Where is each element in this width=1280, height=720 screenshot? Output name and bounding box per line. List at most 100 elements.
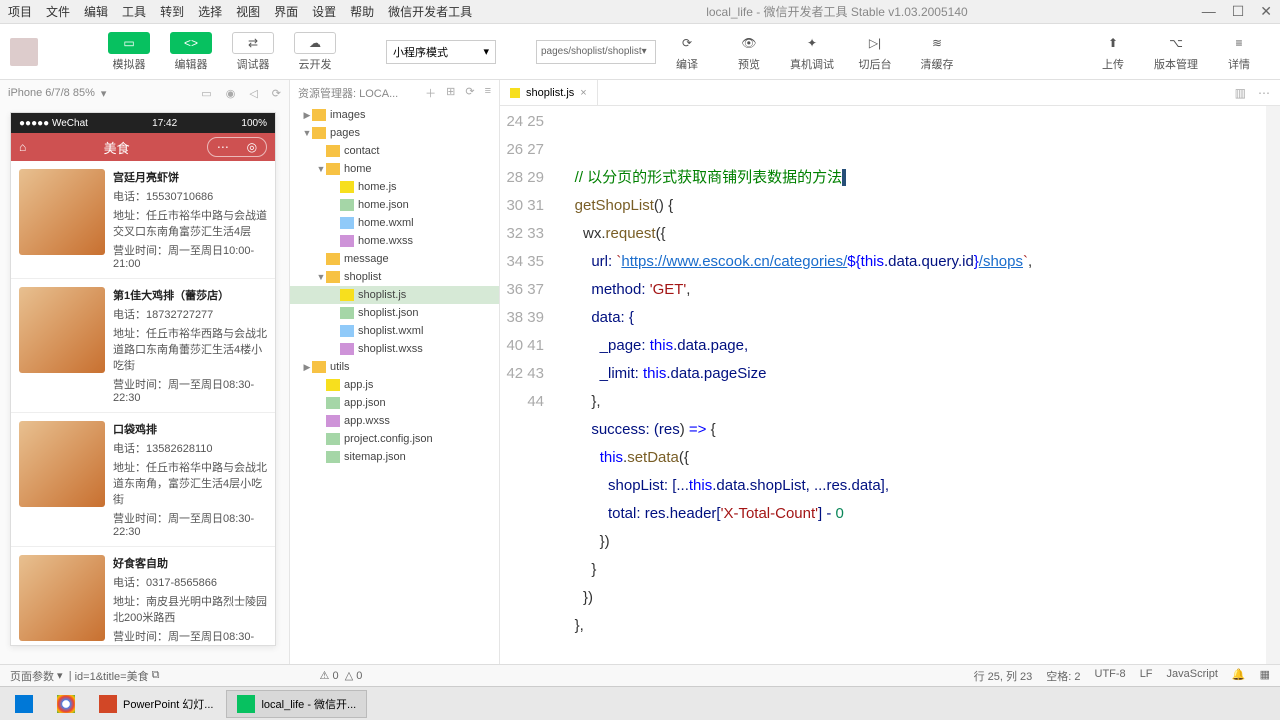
refresh-icon[interactable]: ⟳ (465, 85, 474, 101)
menu-选择[interactable]: 选择 (198, 3, 222, 20)
title-bar: 项目文件编辑工具转到选择视图界面设置帮助微信开发者工具 local_life -… (0, 0, 1280, 24)
more-icon[interactable]: ⋯ (1258, 86, 1270, 100)
page-params-label[interactable]: 页面参数 (10, 668, 54, 684)
menu-微信开发者工具[interactable]: 微信开发者工具 (388, 3, 472, 20)
menu-帮助[interactable]: 帮助 (350, 3, 374, 20)
clearcache-button[interactable]: ≋清缓存 (906, 32, 968, 72)
tree-item-shoplist.wxss[interactable]: shoplist.wxss (290, 340, 499, 358)
wxss-icon (340, 343, 354, 355)
shop-name: 宫廷月亮虾饼 (113, 169, 267, 185)
tree-item-home[interactable]: ▼home (290, 160, 499, 178)
tree-item-shoplist.js[interactable]: shoplist.js (290, 286, 499, 304)
tree-item-home.wxml[interactable]: home.wxml (290, 214, 499, 232)
rotate-icon[interactable]: ⟳ (272, 87, 281, 100)
tree-item-message[interactable]: message (290, 250, 499, 268)
menu-工具[interactable]: 工具 (122, 3, 146, 20)
main-toolbar: ▭模拟器 <>编辑器 ⇄调试器 ☁云开发 小程序模式▾ pages/shopli… (0, 24, 1280, 80)
windows-taskbar: PowerPoint 幻灯... local_life - 微信开... (0, 686, 1280, 720)
warning-count[interactable]: ⚠ 0 (320, 669, 339, 682)
minimap[interactable] (1266, 106, 1280, 664)
start-button[interactable] (4, 690, 44, 718)
shop-item[interactable]: 口袋鸡排电话：13582628110地址：任丘市裕华中路与会战北道东南角，富莎汇… (11, 413, 275, 547)
menu-编辑[interactable]: 编辑 (84, 3, 108, 20)
realdebug-button[interactable]: ✦真机调试 (780, 32, 844, 72)
tree-item-home.json[interactable]: home.json (290, 196, 499, 214)
shop-name: 口袋鸡排 (113, 421, 267, 437)
folder-icon (312, 361, 326, 373)
tree-item-images[interactable]: ▶images (290, 106, 499, 124)
cursor-position[interactable]: 行 25, 列 23 (974, 668, 1033, 684)
tree-item-project.config.json[interactable]: project.config.json (290, 430, 499, 448)
close-icon[interactable]: ✕ (1260, 3, 1272, 20)
minimize-icon[interactable]: — (1202, 3, 1216, 20)
shop-phone: 电话：0317-8565866 (113, 574, 267, 590)
tree-item-app.wxss[interactable]: app.wxss (290, 412, 499, 430)
preview-button[interactable]: 👁预览 (718, 32, 780, 72)
new-file-icon[interactable]: ＋ (425, 85, 436, 101)
menu-转到[interactable]: 转到 (160, 3, 184, 20)
notification-icon[interactable]: 🔔 (1232, 668, 1246, 684)
wechat-devtool-button[interactable]: local_life - 微信开... (226, 690, 367, 718)
tree-item-shoplist.wxml[interactable]: shoplist.wxml (290, 322, 499, 340)
code-editor[interactable]: 24 25 26 27 28 29 30 31 32 33 34 35 36 3… (500, 106, 1280, 664)
home-icon[interactable]: ⌂ (19, 140, 26, 154)
carrier-label: ●●●●● WeChat (19, 118, 88, 129)
path-select[interactable]: pages/shoplist/shoplist▾ (536, 40, 656, 64)
tree-item-home.wxss[interactable]: home.wxss (290, 232, 499, 250)
upload-button[interactable]: ⬆上传 (1082, 32, 1144, 72)
menu-界面[interactable]: 界面 (274, 3, 298, 20)
menu-视图[interactable]: 视图 (236, 3, 260, 20)
code-content[interactable]: // 以分页的形式获取商铺列表数据的方法 getShopList() { wx.… (558, 106, 1280, 664)
background-button[interactable]: ▷|切后台 (844, 32, 906, 72)
shop-item[interactable]: 第1佳大鸡排（蕾莎店）电话：18732727277地址：任丘市裕华西路与会战北道… (11, 279, 275, 413)
version-button[interactable]: ⌥版本管理 (1144, 32, 1208, 72)
tab-close-icon[interactable]: × (580, 87, 586, 99)
maximize-icon[interactable]: ☐ (1232, 3, 1245, 20)
debugger-button[interactable]: ⇄调试器 (222, 32, 284, 72)
shop-phone: 电话：15530710686 (113, 188, 267, 204)
tab-shoplist-js[interactable]: shoplist.js × (500, 80, 598, 105)
phone-icon[interactable]: ▭ (201, 87, 211, 100)
compile-button[interactable]: ⟳编译 (656, 32, 718, 72)
chrome-button[interactable] (46, 690, 86, 718)
editor-button[interactable]: <>编辑器 (160, 32, 222, 72)
mute-icon[interactable]: ◁ (249, 87, 257, 100)
encoding-info[interactable]: UTF-8 (1095, 668, 1126, 684)
eol-info[interactable]: LF (1140, 668, 1153, 684)
split-icon[interactable]: ▥ (1235, 86, 1246, 100)
mode-select[interactable]: 小程序模式▾ (386, 40, 496, 64)
tree-item-app.js[interactable]: app.js (290, 376, 499, 394)
avatar[interactable] (10, 38, 38, 66)
device-label[interactable]: iPhone 6/7/8 85% (8, 87, 95, 99)
line-gutter: 24 25 26 27 28 29 30 31 32 33 34 35 36 3… (500, 106, 558, 664)
js-icon (340, 181, 354, 193)
powerpoint-button[interactable]: PowerPoint 幻灯... (88, 690, 224, 718)
error-count[interactable]: △ 0 (345, 669, 363, 682)
language-info[interactable]: JavaScript (1167, 668, 1218, 684)
detail-button[interactable]: ≡详情 (1208, 32, 1270, 72)
layout-icon[interactable]: ▦ (1260, 668, 1270, 684)
tree-item-shoplist[interactable]: ▼shoplist (290, 268, 499, 286)
tree-item-shoplist.json[interactable]: shoplist.json (290, 304, 499, 322)
new-folder-icon[interactable]: ⊞ (446, 85, 455, 101)
copy-icon[interactable]: ⧉ (152, 669, 160, 682)
collapse-icon[interactable]: ≡ (485, 85, 491, 101)
record-icon[interactable]: ◉ (226, 87, 236, 100)
shop-item[interactable]: 宫廷月亮虾饼电话：15530710686地址：任丘市裕华中路与会战道交叉口东南角… (11, 161, 275, 279)
tree-item-app.json[interactable]: app.json (290, 394, 499, 412)
tree-item-contact[interactable]: contact (290, 142, 499, 160)
cloud-button[interactable]: ☁云开发 (284, 32, 346, 72)
capsule-button[interactable]: ⋯◎ (207, 137, 267, 157)
tree-item-pages[interactable]: ▼pages (290, 124, 499, 142)
menu-项目[interactable]: 项目 (8, 3, 32, 20)
indent-info[interactable]: 空格: 2 (1046, 668, 1080, 684)
js-icon (326, 379, 340, 391)
simulator-button[interactable]: ▭模拟器 (98, 32, 160, 72)
shop-item[interactable]: 好食客自助电话：0317-8565866地址：南皮县光明中路烈士陵园北200米路… (11, 547, 275, 645)
menu-设置[interactable]: 设置 (312, 3, 336, 20)
menu-文件[interactable]: 文件 (46, 3, 70, 20)
tree-item-home.js[interactable]: home.js (290, 178, 499, 196)
tree-item-sitemap.json[interactable]: sitemap.json (290, 448, 499, 466)
tree-item-utils[interactable]: ▶utils (290, 358, 499, 376)
shop-address: 地址：任丘市裕华西路与会战北道路口东南角蕾莎汇生活4楼小吃街 (113, 325, 267, 373)
